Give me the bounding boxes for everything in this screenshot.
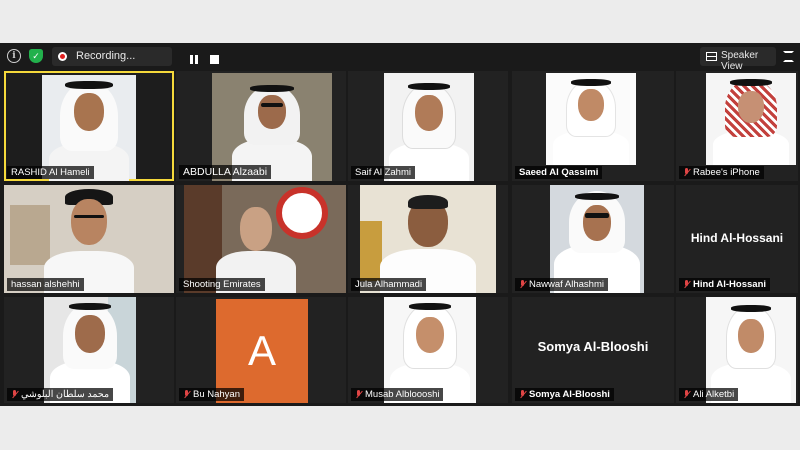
participant-name-tag: Hind Al-Hossani <box>679 278 771 291</box>
sunglasses <box>585 213 609 218</box>
sunglasses <box>261 103 283 107</box>
face <box>71 199 107 245</box>
speaker-view-button[interactable]: Speaker View <box>700 47 776 72</box>
face <box>415 95 443 131</box>
participant-name-tag: Shooting Emirates <box>179 278 265 291</box>
participant-center-name: Somya Al-Blooshi <box>537 339 649 354</box>
participant-video <box>546 73 636 165</box>
participant-name-tag: Musab Albloooshi <box>351 388 444 401</box>
participant-center-name: Hind Al-Hossani <box>690 231 784 245</box>
participant-video <box>550 185 644 293</box>
agal <box>408 83 450 90</box>
participant-tile[interactable]: hassan alshehhi <box>4 185 174 293</box>
mic-muted-icon <box>183 390 190 399</box>
agal <box>731 305 771 312</box>
agal <box>250 85 294 92</box>
participant-tile[interactable]: Somya Al-Blooshi Somya Al-Blooshi <box>512 297 674 403</box>
participant-tile[interactable]: RASHID Al Hameli <box>4 71 174 181</box>
mic-muted-icon <box>683 280 690 289</box>
participant-name-tag: Nawwaf Alhashmi <box>515 278 608 291</box>
record-icon <box>58 52 67 61</box>
agal <box>730 79 772 86</box>
participant-name-tag: Rabee's iPhone <box>679 166 764 179</box>
agal <box>65 81 113 89</box>
hair <box>408 195 448 209</box>
zoom-meeting-window: i ✓ Recording... Speaker View RASHID Al … <box>0 43 800 406</box>
participant-tile[interactable]: Hind Al-Hossani Hind Al-Hossani <box>676 185 798 293</box>
mic-muted-icon <box>683 390 690 399</box>
agal <box>575 193 619 200</box>
face <box>74 93 104 131</box>
fullscreen-icon[interactable] <box>783 51 794 62</box>
participant-tile[interactable]: A Bu Nahyan <box>176 297 346 403</box>
face <box>75 315 105 353</box>
recording-label: Recording... <box>76 50 136 62</box>
mic-muted-icon <box>519 390 526 399</box>
participant-video <box>360 185 496 293</box>
stop-recording-button[interactable] <box>210 55 219 64</box>
participant-tile[interactable]: Saif Al Zahmi <box>348 71 508 181</box>
participant-video <box>384 73 474 181</box>
security-shield-icon[interactable]: ✓ <box>29 49 43 63</box>
face <box>416 317 444 353</box>
participant-name-tag: Ali Alketbi <box>679 388 739 401</box>
participant-name-tag: ABDULLA Alzaabi <box>179 165 272 179</box>
participant-tile[interactable]: Shooting Emirates <box>176 185 346 293</box>
participant-video <box>4 185 174 293</box>
participant-tile[interactable]: Rabee's iPhone <box>676 71 798 181</box>
grid-icon <box>706 52 717 61</box>
participant-video <box>42 75 136 181</box>
participant-video <box>706 73 796 165</box>
agal <box>571 79 611 86</box>
participant-name-tag: RASHID Al Hameli <box>7 166 94 179</box>
mic-muted-icon <box>355 390 362 399</box>
mic-muted-icon <box>11 390 18 399</box>
agal <box>409 303 451 310</box>
participant-tile[interactable]: Jula Alhammadi <box>348 185 508 293</box>
face <box>738 319 764 353</box>
face <box>258 95 286 129</box>
participant-name-tag: hassan alshehhi <box>7 278 84 291</box>
participant-name-tag: محمد سلطان البلوشي <box>7 388 114 401</box>
chair <box>360 221 382 281</box>
shooting-emirates-logo <box>276 187 328 239</box>
speaker-view-label: Speaker View <box>721 50 759 72</box>
glasses <box>74 215 104 218</box>
face <box>578 89 604 121</box>
participant-tile[interactable]: Saeed Al Qassimi <box>512 71 674 181</box>
participant-tile[interactable]: Musab Albloooshi <box>348 297 508 403</box>
participant-name-tag: Jula Alhammadi <box>351 278 427 291</box>
participant-name-tag: Somya Al-Blooshi <box>515 388 614 401</box>
participant-tile[interactable]: محمد سلطان البلوشي <box>4 297 174 403</box>
bookshelf <box>10 205 50 265</box>
participant-name-tag: Bu Nahyan <box>179 388 245 401</box>
info-icon[interactable]: i <box>7 49 21 63</box>
agal <box>69 303 111 310</box>
participant-tile[interactable]: ABDULLA Alzaabi <box>176 71 346 181</box>
face <box>738 91 764 123</box>
face <box>583 205 611 241</box>
participant-tile[interactable]: Nawwaf Alhashmi <box>512 185 674 293</box>
participant-tile[interactable]: Ali Alketbi <box>676 297 798 403</box>
recording-indicator: Recording... <box>52 47 219 66</box>
participant-name-tag: Saif Al Zahmi <box>351 166 415 179</box>
face <box>240 207 272 251</box>
meeting-top-bar: i ✓ Recording... Speaker View <box>0 43 800 72</box>
mic-muted-icon <box>519 280 526 289</box>
participant-video <box>184 185 346 293</box>
mic-muted-icon <box>683 168 690 177</box>
pause-recording-button[interactable] <box>188 54 200 66</box>
participant-name-tag: Saeed Al Qassimi <box>515 166 603 179</box>
